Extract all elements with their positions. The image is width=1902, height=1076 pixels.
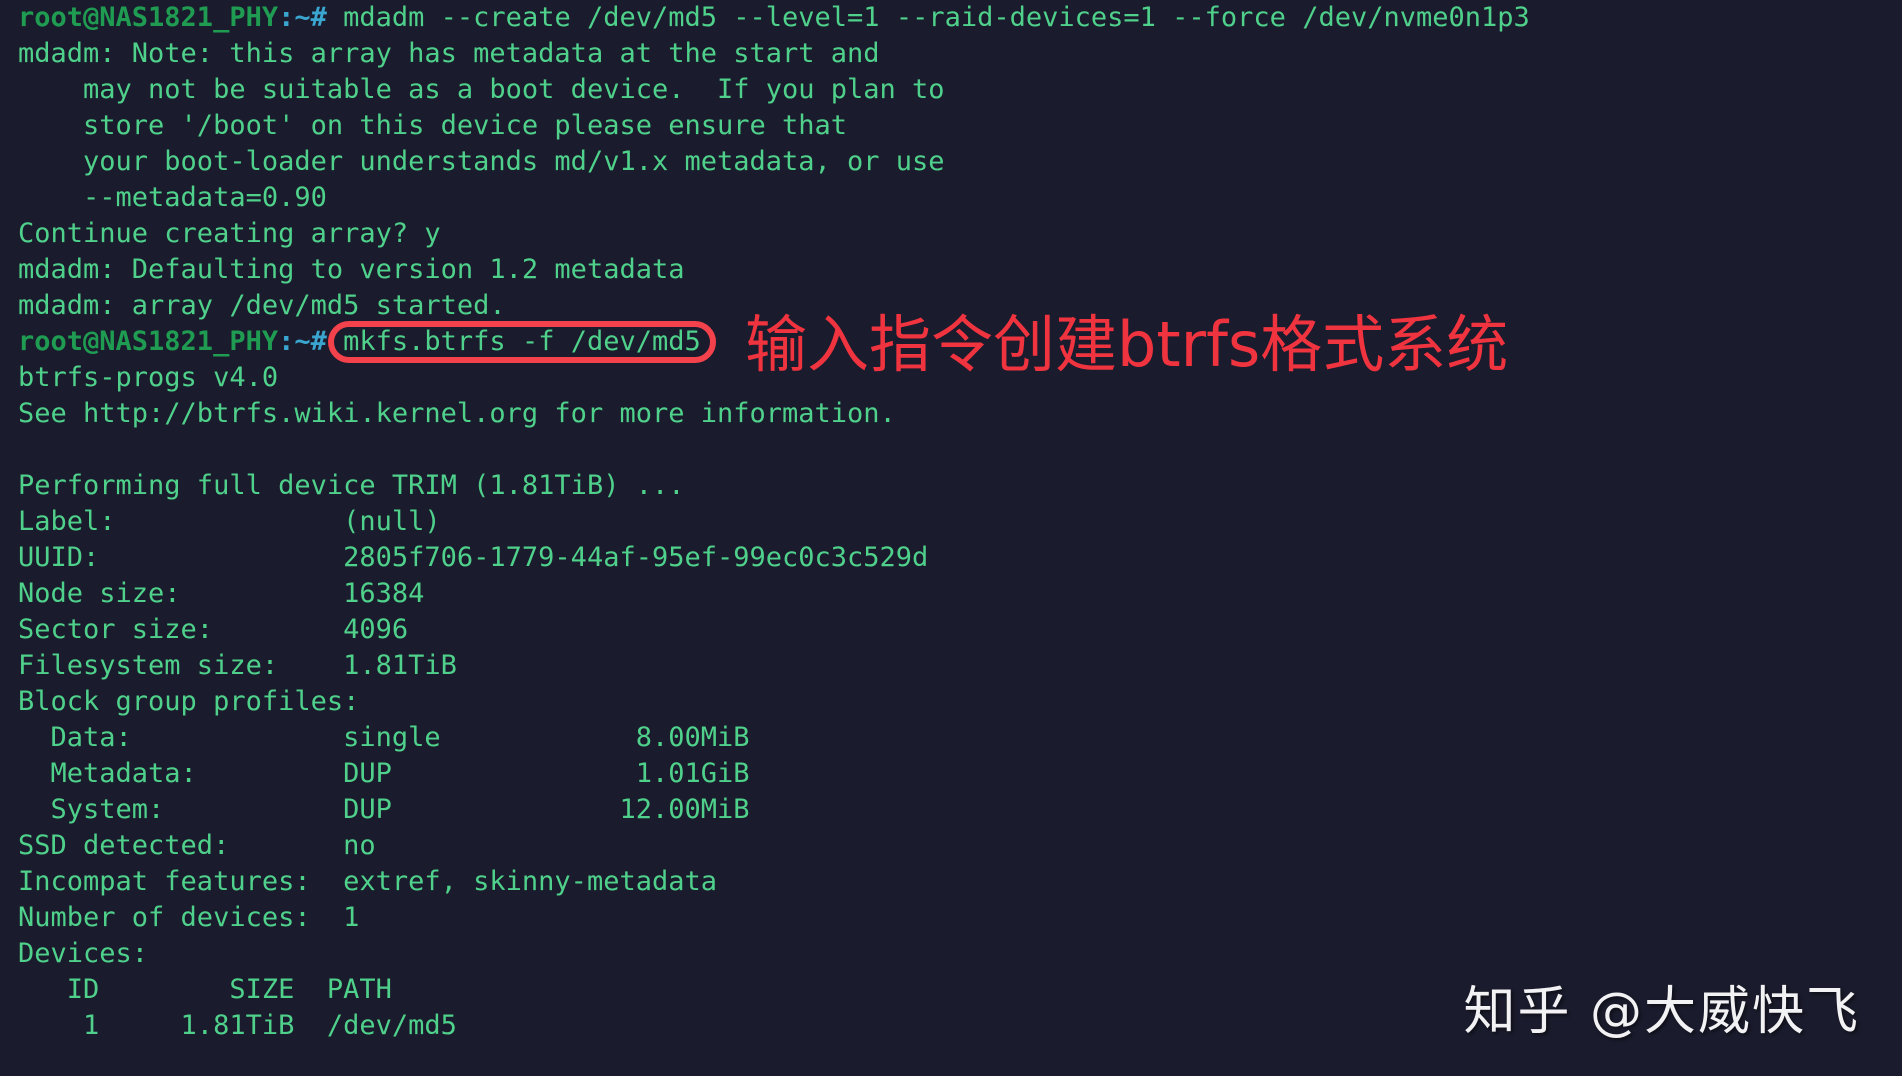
terminal-output-line: Number of devices: 1	[18, 902, 360, 933]
annotation-text: 输入指令创建btrfs格式系统	[745, 308, 1509, 381]
terminal-output-line: Continue creating array? y	[18, 218, 441, 249]
terminal-prompt-line: root@NAS1821_PHY:~# mdadm --create /dev/…	[18, 0, 1878, 36]
terminal-window[interactable]: root@NAS1821_PHY:~# mdadm --create /dev/…	[0, 0, 1902, 1076]
prompt-user: root@NAS1821_PHY	[18, 2, 279, 33]
prompt-path: :~#	[278, 326, 327, 357]
terminal-output-line: Label: (null)	[18, 506, 441, 537]
terminal-output-line: Metadata: DUP 1.01GiB	[18, 758, 750, 789]
terminal-output-line: SSD detected: no	[18, 830, 376, 861]
terminal-output-line: UUID: 2805f706-1779-44af-95ef-99ec0c3c52…	[18, 542, 929, 573]
prompt-path: :~#	[278, 2, 327, 33]
terminal-output-line: Block group profiles:	[18, 686, 360, 717]
terminal-output-line: --metadata=0.90	[18, 182, 327, 213]
terminal-output-line: See http://btrfs.wiki.kernel.org for mor…	[18, 398, 896, 429]
terminal-output-line: Filesystem size: 1.81TiB	[18, 650, 457, 681]
terminal-output-line: Sector size: 4096	[18, 614, 409, 645]
terminal-output-line: may not be suitable as a boot device. If…	[18, 74, 945, 105]
terminal-output-line: Data: single 8.00MiB	[18, 722, 750, 753]
terminal-output-line: mdadm: Defaulting to version 1.2 metadat…	[18, 254, 685, 285]
terminal-output-line: store '/boot' on this device please ensu…	[18, 110, 848, 141]
terminal-output-line: Node size: 16384	[18, 578, 425, 609]
terminal-output-line: Incompat features: extref, skinny-metada…	[18, 866, 717, 897]
terminal-output-line: System: DUP 12.00MiB	[18, 794, 750, 825]
terminal-output-line: mdadm: Note: this array has metadata at …	[18, 38, 880, 69]
terminal-output: root@NAS1821_PHY:~# mdadm --create /dev/…	[18, 0, 1878, 1044]
watermark: 知乎 @大威快飞	[1463, 982, 1860, 1042]
terminal-output-line: Devices:	[18, 938, 149, 969]
prompt-user: root@NAS1821_PHY	[18, 326, 279, 357]
terminal-output-line: your boot-loader understands md/v1.x met…	[18, 146, 945, 177]
terminal-output-line: Performing full device TRIM (1.81TiB) ..…	[18, 470, 685, 501]
terminal-command: mdadm --create /dev/md5 --level=1 --raid…	[326, 2, 1530, 33]
terminal-command: mkfs.btrfs -f /dev/md5	[326, 326, 701, 357]
